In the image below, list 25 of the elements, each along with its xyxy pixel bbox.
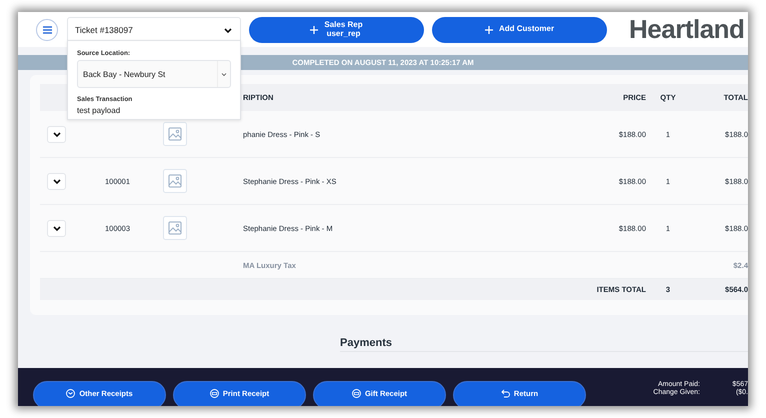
- ticket-number: Ticket #138097: [75, 24, 133, 34]
- chevron-down-icon: [223, 26, 233, 34]
- menu-button[interactable]: [36, 18, 58, 40]
- image-placeholder-icon: [163, 216, 187, 240]
- printer-icon: [352, 389, 361, 398]
- chevron-down-icon: [52, 130, 62, 138]
- chevron-down-icon: [52, 177, 62, 185]
- location-select[interactable]: Back Bay - Newbury St: [77, 60, 231, 88]
- expand-button[interactable]: [47, 172, 66, 190]
- image-placeholder-icon: [163, 122, 187, 146]
- plus-icon: [310, 26, 318, 34]
- image-placeholder-icon: [163, 169, 187, 193]
- chevron-down-icon: [52, 224, 62, 232]
- expand-button[interactable]: [47, 126, 66, 142]
- chevron-down-icon: [221, 72, 227, 76]
- undo-icon: [500, 389, 510, 398]
- logo: Heartland: [629, 14, 744, 45]
- plus-icon: [484, 26, 493, 34]
- expand-button[interactable]: [47, 220, 66, 236]
- header-button[interactable]: Sales Rep user_rep: [249, 16, 424, 42]
- section-title: Payments: [340, 337, 748, 352]
- menu-icon: [42, 26, 52, 34]
- header-button[interactable]: Add Customer: [432, 16, 607, 42]
- field-value: test payload: [77, 106, 122, 115]
- printer-icon: [210, 389, 219, 398]
